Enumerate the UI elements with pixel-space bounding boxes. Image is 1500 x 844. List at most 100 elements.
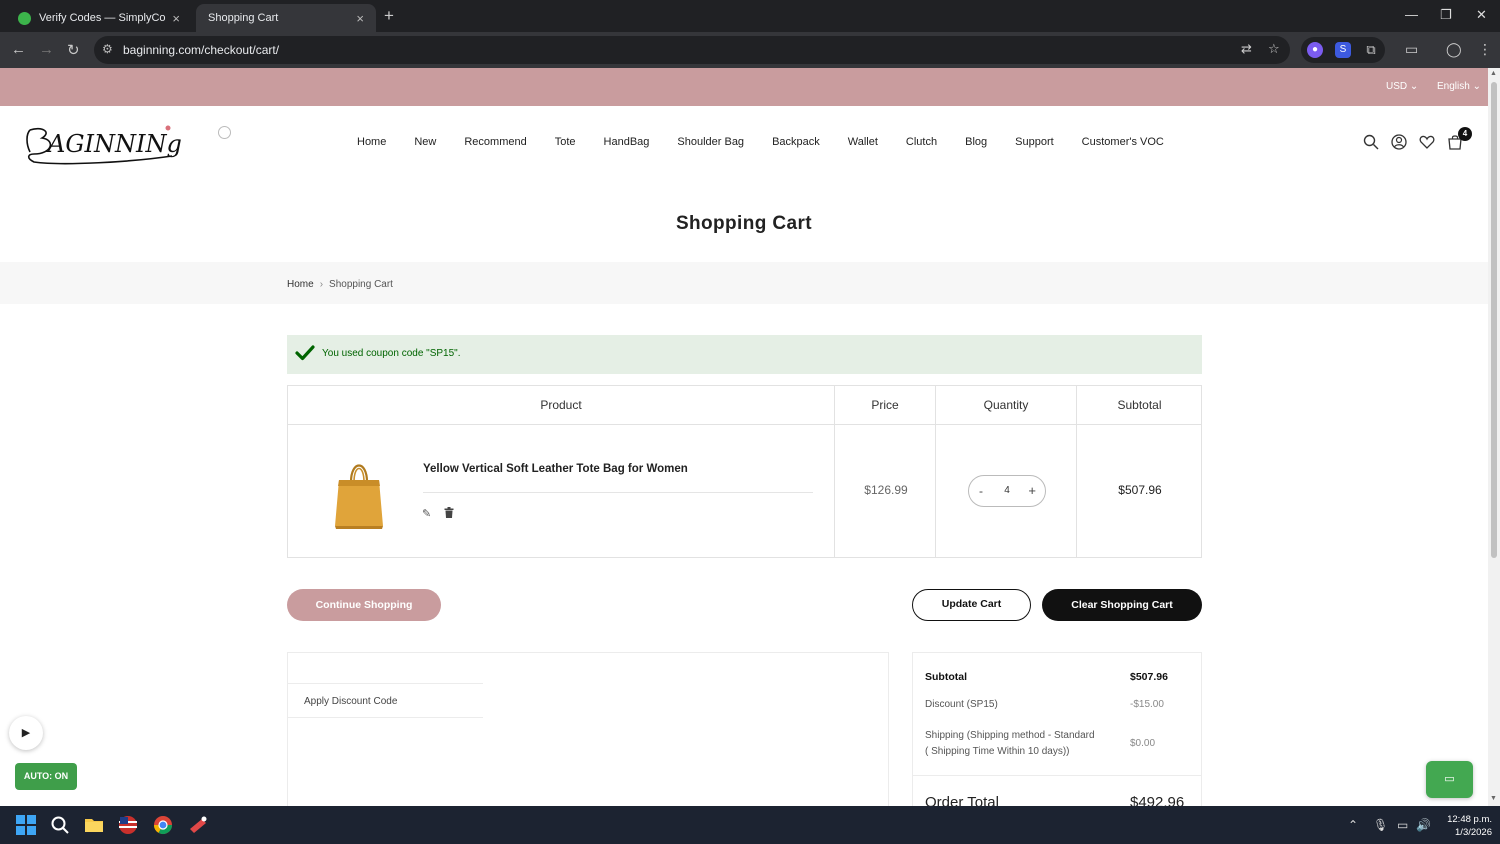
nav-recommend[interactable]: Recommend: [464, 136, 526, 148]
svg-text:AGINNINg: AGINNINg: [46, 130, 182, 158]
scroll-up-icon[interactable]: ▲: [1490, 70, 1497, 77]
os-taskbar: ⌃ 🎙 ▭ 🔊 12:48 p.m. 1/3/2026: [0, 806, 1500, 844]
breadcrumb-chevron-icon: ›: [319, 279, 324, 290]
maximize-icon[interactable]: ❐: [1440, 7, 1452, 23]
language-select[interactable]: English ⌄: [1437, 81, 1481, 92]
edit-pencil-icon[interactable]: ✎: [422, 507, 431, 520]
currency-select[interactable]: USD ⌄: [1386, 81, 1418, 92]
nav-blog[interactable]: Blog: [965, 136, 987, 148]
us-flag-app-icon[interactable]: [118, 815, 138, 835]
quantity-stepper: - 4 +: [968, 475, 1046, 507]
back-icon[interactable]: ←: [11, 41, 26, 58]
nav-handbag[interactable]: HandBag: [604, 136, 650, 148]
site-settings-icon[interactable]: ⚙: [102, 42, 113, 56]
summary-subtotal-label: Subtotal: [925, 671, 967, 683]
extension-purple-icon[interactable]: ●: [1307, 42, 1323, 58]
volume-icon[interactable]: 🔊: [1416, 818, 1431, 832]
tab-shopping-cart[interactable]: Shopping Cart ×: [196, 4, 376, 139]
order-summary: Subtotal $507.96 Discount (SP15) -$15.00…: [912, 652, 1202, 812]
nav-home[interactable]: Home: [357, 136, 386, 148]
nav-shoulder-bag[interactable]: Shoulder Bag: [677, 136, 744, 148]
breadcrumb: Home › Shopping Cart: [287, 279, 393, 290]
clear-shopping-cart-button[interactable]: Clear Shopping Cart: [1042, 589, 1202, 621]
chrome-menu-icon[interactable]: ⋮: [1478, 41, 1492, 58]
tab-close-icon[interactable]: ×: [356, 11, 364, 26]
breadcrumb-home[interactable]: Home: [287, 279, 314, 290]
nav-backpack[interactable]: Backpack: [772, 136, 820, 148]
product-image[interactable]: [330, 454, 388, 532]
translate-icon[interactable]: ⇄: [1241, 41, 1252, 57]
bookmark-star-icon[interactable]: ☆: [1268, 41, 1280, 57]
file-explorer-icon[interactable]: [84, 815, 104, 835]
chrome-app-icon[interactable]: [153, 815, 173, 835]
browser-toolbar: ← → ↻ ⚙ baginning.com/checkout/cart/ ⇄ ☆…: [0, 32, 1500, 68]
column-header-price: Price: [871, 398, 899, 412]
tab-verify-codes[interactable]: Verify Codes — SimplyCodes ×: [6, 4, 192, 32]
language-value: English: [1437, 81, 1470, 92]
tab-title: Shopping Cart: [208, 12, 279, 24]
tab-close-icon[interactable]: ×: [172, 11, 180, 26]
system-clock[interactable]: 12:48 p.m. 1/3/2026: [1438, 813, 1492, 839]
breadcrumb-bar: [0, 262, 1488, 304]
main-navigation: Home New Recommend Tote HandBag Shoulder…: [357, 136, 1164, 148]
summary-discount-value: -$15.00: [1130, 699, 1164, 710]
account-icon[interactable]: [1391, 134, 1407, 154]
quantity-increase-button[interactable]: +: [1028, 483, 1036, 498]
taskbar-search-icon[interactable]: [50, 815, 70, 835]
delete-trash-icon[interactable]: [444, 507, 454, 521]
column-header-product: Product: [540, 398, 582, 412]
address-bar[interactable]: ⚙ baginning.com/checkout/cart/ ⇄ ☆: [94, 36, 1290, 64]
apply-discount-code-toggle[interactable]: Apply Discount Code: [304, 696, 397, 707]
header-divider: [288, 424, 1201, 425]
baginning-logo-icon: AGINNINg: [26, 125, 182, 165]
windows-start-icon[interactable]: [16, 815, 36, 835]
simplycodes-extension-icon[interactable]: S: [1335, 42, 1351, 58]
discount-divider: [288, 717, 483, 718]
summary-shipping-label-line1: Shipping (Shipping method - Standard: [925, 730, 1095, 741]
scrollbar-thumb[interactable]: [1491, 82, 1497, 558]
minimize-icon[interactable]: —: [1405, 7, 1418, 22]
update-cart-button[interactable]: Update Cart: [912, 589, 1031, 621]
nav-support[interactable]: Support: [1015, 136, 1054, 148]
browser-tab-strip: Verify Codes — SimplyCodes × Shopping Ca…: [0, 0, 1500, 139]
clock-time: 12:48 p.m.: [1447, 814, 1492, 825]
cart-table: Product Price Quantity Subtotal Yellow V…: [287, 385, 1202, 558]
extensions-group: ● S ⧉: [1301, 37, 1385, 63]
nav-clutch[interactable]: Clutch: [906, 136, 937, 148]
summary-shipping-value: $0.00: [1130, 738, 1156, 749]
currency-value: USD: [1386, 81, 1408, 92]
forward-icon[interactable]: →: [39, 41, 54, 58]
scroll-down-icon[interactable]: ▼: [1490, 795, 1497, 802]
site-logo[interactable]: AGINNINg: [22, 122, 182, 168]
summary-shipping-label-line2: ( Shipping Time Within 10 days)): [925, 746, 1070, 757]
tray-chevron-icon[interactable]: ⌃: [1348, 818, 1358, 832]
nav-wallet[interactable]: Wallet: [848, 136, 878, 148]
page-scrollbar[interactable]: ▲ ▼: [1488, 68, 1500, 806]
window-close-icon[interactable]: ✕: [1476, 7, 1487, 23]
summary-discount-label: Discount (SP15): [925, 699, 998, 710]
reload-icon[interactable]: ↻: [67, 41, 80, 59]
auto-toggle-badge[interactable]: AUTO: ON: [15, 763, 77, 790]
red-app-icon[interactable]: [188, 815, 208, 835]
cast-icon[interactable]: ▭: [1405, 41, 1418, 58]
nav-customers-voc[interactable]: Customer's VOC: [1082, 136, 1164, 148]
continue-shopping-button[interactable]: Continue Shopping: [287, 589, 441, 621]
chat-icon[interactable]: ▭: [1426, 761, 1473, 798]
item-price: $126.99: [864, 483, 908, 497]
profile-icon[interactable]: ◯: [1446, 41, 1462, 58]
new-tab-icon[interactable]: +: [384, 6, 394, 26]
play-icon[interactable]: ▶: [9, 716, 43, 750]
product-name-link[interactable]: Yellow Vertical Soft Leather Tote Bag fo…: [423, 463, 688, 475]
column-header-subtotal: Subtotal: [1117, 398, 1162, 412]
microphone-icon[interactable]: 🎙: [1373, 818, 1388, 832]
tab-title: Verify Codes — SimplyCodes: [39, 12, 166, 24]
network-icon[interactable]: ▭: [1397, 818, 1408, 832]
nav-tote[interactable]: Tote: [555, 136, 576, 148]
nav-new[interactable]: New: [414, 136, 436, 148]
extensions-puzzle-icon[interactable]: ⧉: [1363, 42, 1379, 58]
baginning-favicon-icon: [218, 126, 231, 139]
item-subtotal: $507.96: [1118, 483, 1162, 497]
url-text: baginning.com/checkout/cart/: [123, 43, 280, 57]
search-icon[interactable]: [1363, 134, 1379, 154]
wishlist-heart-icon[interactable]: [1419, 134, 1435, 154]
